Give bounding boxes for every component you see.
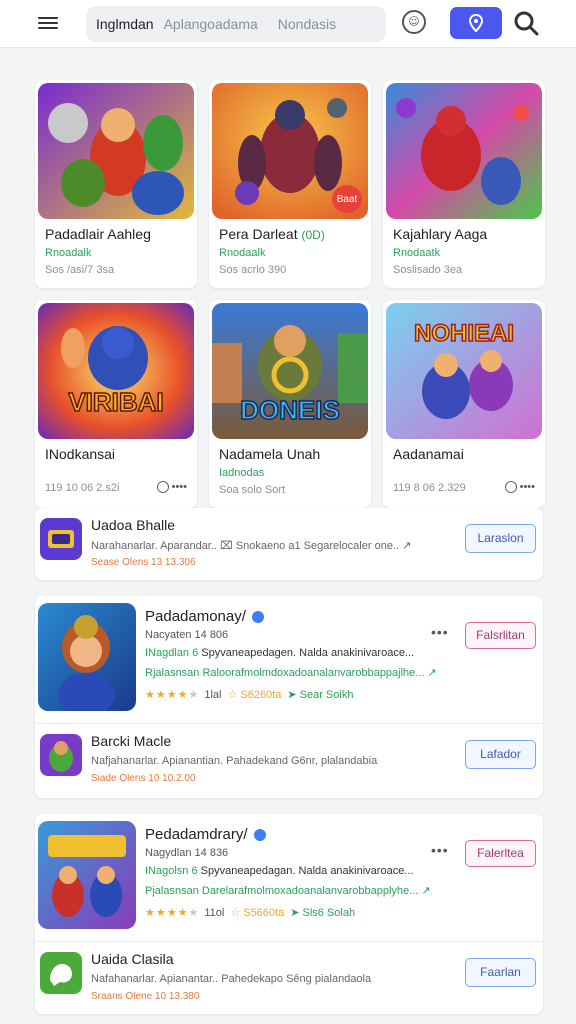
game-art-team-flying: NOHIEAI xyxy=(386,303,542,439)
verified-badge-icon xyxy=(251,611,264,624)
game-art-heroes-rainbow xyxy=(386,83,542,219)
app-icon xyxy=(38,603,136,711)
list-card-top: Uadoa Bhalle Narahanarlar. Aparandar.. ⌧… xyxy=(35,508,543,580)
app-icon xyxy=(40,734,82,776)
search-tab-3[interactable]: Nondasis xyxy=(278,16,336,32)
game-tile-6[interactable]: NOHIEAI Aadanamai 119 8 06 2.329 •••• xyxy=(383,300,545,508)
info-icon xyxy=(156,481,169,493)
rating-count: 11ol xyxy=(204,906,225,919)
app-tagline: INagdlan 6 Spyvaneapedagen. Nalda anakin… xyxy=(145,647,415,659)
art-logo-text: VIRIBAI xyxy=(68,387,163,417)
app-downloads: ➤ Sls6 Solah xyxy=(290,907,356,919)
game-meta: Soa solo Sort xyxy=(219,484,286,496)
search-tab-1[interactable]: Inglmdan xyxy=(96,16,154,32)
featured-card-2: Pedadamdrary/ Nagydlan 14 836 INagolsn 6… xyxy=(35,814,543,1014)
game-art-hero-armor: Baat xyxy=(212,83,368,219)
app-description: Pjalasnsan Darelarafmolmoxadoanalanvarob… xyxy=(145,885,431,897)
game-art-warrior-gold: DONEIS xyxy=(212,303,368,439)
app-meta: Siade Olens 10 10.2.00 xyxy=(91,773,196,784)
install-button[interactable]: Falsrlitan xyxy=(465,622,536,649)
featured-card-1: Padadamonay/ Nacyaten 14 806 INagdlan 6 … xyxy=(35,596,543,798)
app-meta: Sraans Olene 10 13.380 xyxy=(91,991,200,1002)
app-downloads: ➤ Sear Soikh xyxy=(287,689,354,701)
game-meta: 119 10 06 2.s2i xyxy=(45,482,120,494)
game-meta: Sos acrlo 390 xyxy=(219,264,287,276)
featured-item[interactable]: Padadamonay/ Nacyaten 14 806 INagdlan 6 … xyxy=(35,596,543,722)
more-options-icon[interactable]: ••• xyxy=(431,842,449,858)
info-icon xyxy=(504,481,517,493)
install-button[interactable]: Faarlan xyxy=(465,958,536,987)
game-developer: Rnodaalk xyxy=(219,247,266,259)
game-tile-5[interactable]: DONEIS Nadamela Unah Iadnodas Soa solo S… xyxy=(209,300,371,508)
more-options[interactable]: •••• xyxy=(156,481,187,493)
app-subtitle: Nacyaten 14 806 xyxy=(145,629,229,641)
game-title: Pera Darleat (0D) xyxy=(219,226,325,242)
app-meta: Sease Olens 13 13.306 xyxy=(91,557,196,568)
featured-item[interactable]: Pedadamdrary/ Nagydlan 14 836 INagolsn 6… xyxy=(35,814,543,940)
game-badge: Baat xyxy=(332,185,362,213)
rating-stars: ★★★★★ xyxy=(145,689,199,701)
list-item[interactable]: Barcki Macle Nafjahanarlar. Apianantian.… xyxy=(35,724,543,796)
app-title: Pedadamdrary/ xyxy=(145,826,266,843)
app-description: Rjalasnsan Raloorafmolmdoxadoanalanvarob… xyxy=(145,667,437,679)
location-pin-icon xyxy=(468,14,484,32)
more-options-icon[interactable]: ••• xyxy=(431,624,449,640)
app-description: Nafahanarlar. Apianantar.. Pahedekapo Sê… xyxy=(91,973,372,985)
game-tile-4[interactable]: VIRIBAI INodkansai 119 10 06 2.s2i •••• xyxy=(35,300,197,508)
game-developer: Iadnodas xyxy=(219,467,265,479)
install-button[interactable]: Falerltea xyxy=(465,840,536,867)
more-options[interactable]: •••• xyxy=(504,481,535,493)
search-tab-2[interactable]: Aplangoadama xyxy=(164,16,258,32)
app-description: Nafjahanarlar. Apianantian. Pahadekand G… xyxy=(91,755,378,767)
game-title: Padadlair Aahleg xyxy=(45,226,151,242)
app-icon xyxy=(40,518,82,560)
install-button[interactable]: Lafador xyxy=(465,740,536,769)
rating-count: 1lal xyxy=(204,688,222,701)
game-art-villain-burst: VIRIBAI xyxy=(38,303,194,439)
app-description: Narahanarlar. Aparandar.. ⌧ Snokaeno a1 … xyxy=(91,540,412,552)
verified-badge-icon xyxy=(253,829,266,842)
app-tagline: INagolsn 6 Spyvaneapedagan. Nalda anakin… xyxy=(145,865,414,877)
search-bar[interactable]: Inglmdan Aplangoadama Nondasis xyxy=(86,6,386,42)
art-logo-text: DONEIS xyxy=(240,395,340,425)
game-title: INodkansai xyxy=(45,446,116,462)
game-developer: Rnodaatk xyxy=(393,247,441,259)
game-meta: Soslisado 3ea xyxy=(393,264,463,276)
game-title: Aadanamai xyxy=(393,446,464,462)
game-title: Kajahlary Aaga xyxy=(393,226,488,242)
app-title: Uaida Clasila xyxy=(91,951,174,967)
hamburger-menu-icon[interactable] xyxy=(38,14,58,32)
game-developer: Rnoadalk xyxy=(45,247,92,259)
game-tile-3[interactable]: Kajahlary Aaga Rnodaatk Soslisado 3ea xyxy=(383,80,545,288)
app-subtitle: Nagydlan 14 836 xyxy=(145,847,229,859)
app-title: Uadoa Bhalle xyxy=(91,517,176,533)
app-size: ☆ S5660ta xyxy=(230,907,285,919)
game-tile-2[interactable]: Baat Pera Darleat (0D) Rnodaalk Sos acrl… xyxy=(209,80,371,288)
game-art-heroes-red xyxy=(38,83,194,219)
list-item[interactable]: Uadoa Bhalle Narahanarlar. Aparandar.. ⌧… xyxy=(35,508,543,580)
rating-stars: ★★★★★ xyxy=(145,907,199,919)
game-tile-1[interactable]: Padadlair Aahleg Rnoadalk Sos /asi/7 3sa xyxy=(35,80,197,288)
location-button[interactable] xyxy=(450,7,502,39)
app-title: Padadamonay/ xyxy=(145,608,264,625)
app-size: ☆ S6260ta xyxy=(227,689,282,701)
app-icon xyxy=(38,821,136,929)
search-icon[interactable] xyxy=(512,9,540,37)
smiley-icon[interactable]: ☺ xyxy=(402,10,426,34)
app-stats: ★★★★★ 1lal ☆ S6260ta ➤ Sear Soikh xyxy=(145,688,354,702)
top-bar: Inglmdan Aplangoadama Nondasis ☺ xyxy=(0,0,576,48)
game-meta: 119 8 06 2.329 xyxy=(393,482,466,494)
art-logo-text: NOHIEAI xyxy=(414,320,514,347)
list-item[interactable]: Uaida Clasila Nafahanarlar. Apianantar..… xyxy=(35,942,543,1014)
game-meta: Sos /asi/7 3sa xyxy=(45,264,115,276)
game-title: Nadamela Unah xyxy=(219,446,321,462)
app-title: Barcki Macle xyxy=(91,733,172,749)
app-icon xyxy=(40,952,82,994)
app-stats: ★★★★★ 11ol ☆ S5660ta ➤ Sls6 Solah xyxy=(145,906,356,920)
install-button[interactable]: Laraslon xyxy=(465,524,536,553)
